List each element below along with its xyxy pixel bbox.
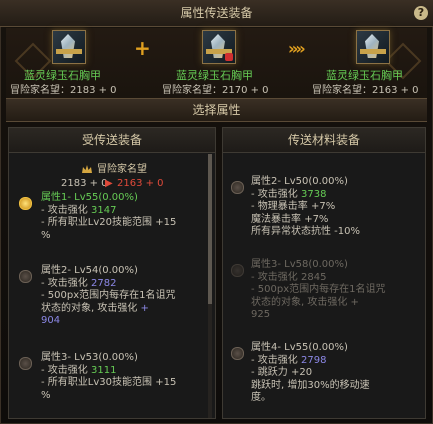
target-option-3-radio[interactable] xyxy=(19,357,32,370)
target-item-fame: 冒险家名望：2183 + 0 xyxy=(10,85,117,96)
target-panel-header: 受传送装备 xyxy=(9,128,215,153)
target-option-1[interactable]: 属性1- Lv55(0.00%) - 攻击强化 3147 - 所有职业Lv20技… xyxy=(41,192,176,242)
option-title: 属性3- Lv58(0.00%) xyxy=(251,259,348,270)
option-line: - 所有职业Lv30技能范围 +15 xyxy=(41,377,177,388)
option-line: - 跳跃力 +20 xyxy=(251,367,313,378)
option-line: 925 xyxy=(251,309,271,320)
fame-change-arrow: ▶ xyxy=(105,178,113,189)
option-line: - 攻击强化 3111 xyxy=(41,364,117,376)
material-option-3-disabled: 属性3- Lv58(0.00%) - 攻击强化 2845 - 500px范围内每… xyxy=(251,259,386,322)
option-line: 魔法暴击率 +7% xyxy=(251,213,329,225)
equipment-preview-area: + »» 蓝灵绿玉石胸甲 冒险家名望：2183 + 0 蓝灵绿玉石胸甲 冒险家名… xyxy=(6,28,427,98)
plus-icon: + xyxy=(134,36,151,60)
option-title: 属性2- Lv54(0.00%) xyxy=(41,265,138,276)
help-icon[interactable]: ? xyxy=(414,6,428,20)
material-item-slot[interactable] xyxy=(202,30,236,64)
target-item-slot[interactable] xyxy=(52,30,86,64)
option-line: - 攻击强化 2798 xyxy=(251,354,327,366)
material-options-panel: 传送材料装备 属性2- Lv50(0.00%) - 攻击强化 3738 - 物理… xyxy=(222,127,426,419)
option-line: 度。 xyxy=(251,392,271,403)
option-line: 状态的对象, 攻击强化 + xyxy=(251,296,359,308)
option-line: 所有异常状态抗性 -10% xyxy=(251,226,361,237)
chest-armor-icon xyxy=(61,34,75,58)
result-item-fame: 冒险家名望：2163 + 0 xyxy=(312,85,419,96)
option-line: % xyxy=(41,229,51,241)
fame-new: 2163 + 0 xyxy=(117,178,164,189)
target-option-2[interactable]: 属性2- Lv54(0.00%) - 攻击强化 2782 - 500px范围内每… xyxy=(41,265,176,328)
option-line: % xyxy=(41,389,51,401)
option-line: - 攻击强化 2782 xyxy=(41,277,117,289)
crown-emblem-icon xyxy=(81,164,93,176)
chest-armor-icon xyxy=(365,34,379,58)
option-title: 属性1- Lv55(0.00%) xyxy=(41,192,138,203)
window-title: 属性传送装备 xyxy=(0,0,433,27)
material-option-4[interactable]: 属性4- Lv55(0.00%) - 攻击强化 2798 - 跳跃力 +20 跳… xyxy=(251,342,370,405)
fame-label: 冒险家名望 xyxy=(97,164,147,175)
target-option-1-radio[interactable] xyxy=(19,197,32,210)
section-title: 选择属性 xyxy=(6,98,427,122)
material-option-3-radio xyxy=(231,264,244,277)
target-scrollbar-thumb[interactable] xyxy=(208,154,212,304)
option-title: 属性3- Lv53(0.00%) xyxy=(41,352,138,363)
target-option-3[interactable]: 属性3- Lv53(0.00%) - 攻击强化 3111 - 所有职业Lv30技… xyxy=(41,352,176,402)
material-option-4-radio[interactable] xyxy=(231,347,244,360)
fame-current: 2183 + 0 xyxy=(61,178,108,189)
option-line: - 攻击强化 2845 xyxy=(251,271,327,283)
option-title: 属性2- Lv50(0.00%) xyxy=(251,176,348,187)
option-line: 904 xyxy=(41,315,61,326)
option-line: - 500px范围内每存在1名诅咒 xyxy=(251,284,386,295)
option-line: - 攻击强化 3738 xyxy=(251,188,327,200)
armor-trim xyxy=(360,49,386,54)
red-badge-icon xyxy=(225,53,233,61)
target-option-2-radio[interactable] xyxy=(19,270,32,283)
option-line: 跳跃时, 增加30%的移动速 xyxy=(251,379,370,391)
transfer-arrow-icon: »» xyxy=(288,39,306,58)
option-line: - 所有职业Lv20技能范围 +15 xyxy=(41,217,177,228)
material-panel-header: 传送材料装备 xyxy=(223,128,425,153)
chest-armor-icon xyxy=(211,34,225,58)
option-line: - 攻击强化 3147 xyxy=(41,204,117,216)
material-option-2[interactable]: 属性2- Lv50(0.00%) - 攻击强化 3738 - 物理暴击率 +7%… xyxy=(251,176,360,239)
material-option-2-radio[interactable] xyxy=(231,181,244,194)
material-item-fame: 冒险家名望：2170 + 0 xyxy=(162,85,269,96)
target-options-panel: 受传送装备 冒险家名望 2183 + 0 ▶ 2163 + 0 属性1- Lv5… xyxy=(8,127,216,419)
result-item-slot[interactable] xyxy=(356,30,390,64)
option-line: 状态的对象, 攻击强化 + xyxy=(41,302,149,314)
option-line: - 500px范围内每存在1名诅咒 xyxy=(41,290,176,301)
option-line: - 物理暴击率 +7% xyxy=(251,201,336,212)
armor-trim xyxy=(56,49,82,54)
option-title: 属性4- Lv55(0.00%) xyxy=(251,342,348,353)
